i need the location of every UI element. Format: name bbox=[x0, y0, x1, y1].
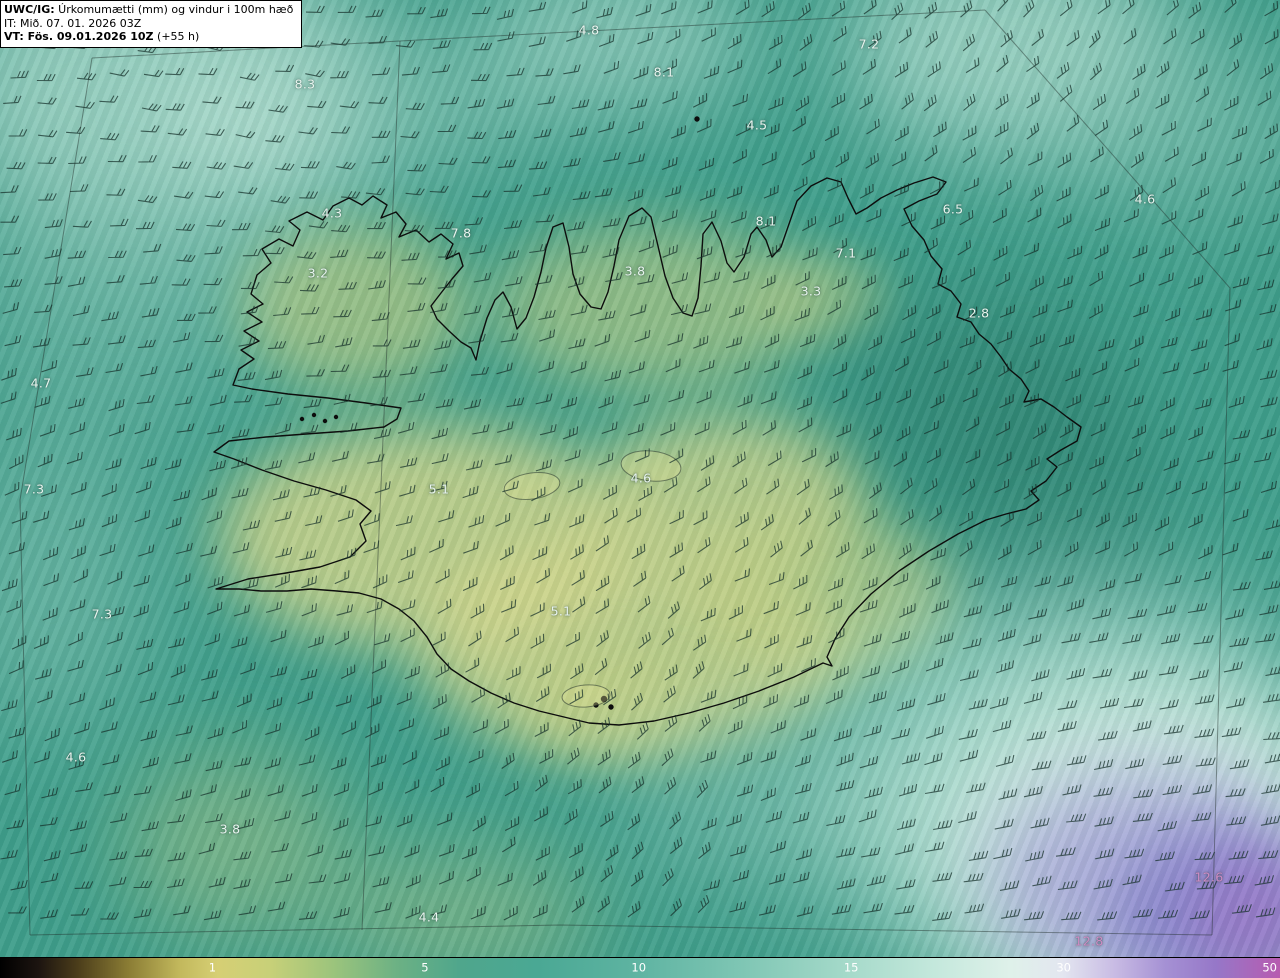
precip-label: 7.3 bbox=[91, 606, 113, 622]
precip-label: 12.8 bbox=[1074, 933, 1104, 949]
colorbar-tick-label: 1 bbox=[208, 960, 217, 975]
valid-time: VT: Fös. 09.01.2026 10Z bbox=[4, 30, 154, 43]
precip-label: 12.6 bbox=[1194, 869, 1224, 885]
precip-label: 3.3 bbox=[800, 283, 822, 299]
precip-label: 3.2 bbox=[307, 265, 329, 281]
precip-label: 4.3 bbox=[321, 205, 343, 221]
product-code: UWC/IG: bbox=[4, 3, 55, 16]
precip-label: 4.6 bbox=[65, 749, 87, 765]
precip-label: 8.1 bbox=[755, 213, 777, 229]
precip-label: 4.4 bbox=[418, 909, 440, 925]
colorbar: 1 5 10 15 30 50 bbox=[0, 957, 1280, 978]
precip-label: 4.6 bbox=[1134, 191, 1156, 207]
precip-label: 5.1 bbox=[550, 603, 572, 619]
weather-map: 4.8 7.2 8.1 8.3 4.5 4.6 6.5 8.1 4.3 7.8 7.1 3.8 3.2 3… bbox=[0, 0, 1280, 978]
precip-label: 2.8 bbox=[968, 305, 990, 321]
precip-label: 4.5 bbox=[746, 117, 768, 133]
precip-label: 4.8 bbox=[578, 22, 600, 38]
colorbar-tick-label: 15 bbox=[843, 960, 859, 975]
precip-label: 5.1 bbox=[428, 481, 450, 497]
precip-label: 4.7 bbox=[30, 375, 52, 391]
precip-label: 8.1 bbox=[653, 64, 675, 80]
precip-labels-layer: 4.8 7.2 8.1 8.3 4.5 4.6 6.5 8.1 4.3 7.8 7.1 3.8 3.2 3… bbox=[0, 0, 1280, 958]
precip-label: 4.6 bbox=[630, 470, 652, 486]
precip-label: 6.5 bbox=[942, 201, 964, 217]
precip-label: 8.3 bbox=[294, 76, 316, 92]
precip-label: 7.3 bbox=[23, 481, 45, 497]
precip-label: 7.8 bbox=[450, 225, 472, 241]
precip-label: 7.2 bbox=[858, 36, 880, 52]
valid-offset: (+55 h) bbox=[153, 30, 200, 43]
colorbar-tick-label: 30 bbox=[1056, 960, 1071, 975]
colorbar-tick-label: 5 bbox=[421, 960, 429, 975]
colorbar-tick-label: 50 bbox=[1262, 960, 1277, 975]
title-line-init: IT: Mið. 07. 01. 2026 03Z bbox=[4, 16, 142, 30]
product-description: Úrkomumætti (mm) og vindur i 100m hæð bbox=[54, 3, 294, 16]
title-box: UWC/IG: Úrkomumætti (mm) og vindur i 100… bbox=[0, 0, 303, 48]
colorbar-tick-label: 10 bbox=[631, 960, 647, 975]
precip-label: 3.8 bbox=[219, 821, 241, 837]
precip-label: 3.8 bbox=[624, 263, 646, 279]
title-line-product: UWC/IG: Úrkomumætti (mm) og vindur i 100… bbox=[4, 3, 293, 17]
colorbar-ticks: 1 5 10 15 30 50 bbox=[0, 958, 1280, 978]
precip-label: 7.1 bbox=[835, 245, 857, 261]
title-line-valid: VT: Fös. 09.01.2026 10Z (+55 h) bbox=[4, 30, 293, 44]
